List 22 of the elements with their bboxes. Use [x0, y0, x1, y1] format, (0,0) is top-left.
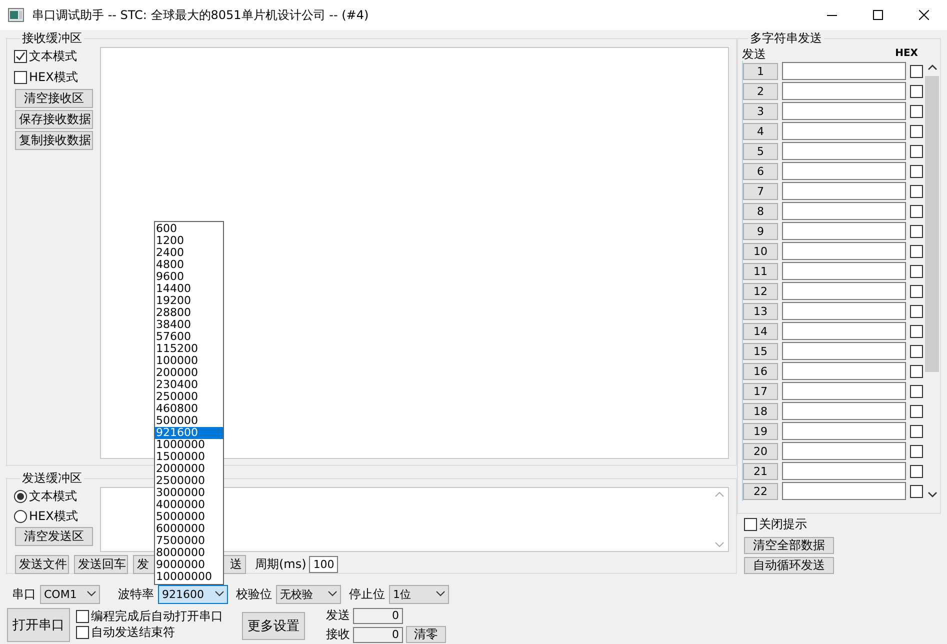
checkbox-label: 编程完成后自动打开串口	[91, 608, 223, 624]
group-title: 接收缓冲区	[21, 30, 83, 47]
checkbox-label: 文本模式	[29, 48, 77, 65]
sent-count-field: 0	[353, 608, 403, 624]
counter-label: 接收	[326, 626, 350, 643]
checkbox-label: 自动发送结束符	[91, 624, 175, 640]
field-label: 串口	[12, 586, 36, 602]
radio-label: HEX模式	[29, 508, 78, 525]
column-header: 发送	[742, 47, 766, 61]
period-label: 周期(ms)	[255, 556, 306, 573]
group-title: 发送缓冲区	[21, 470, 83, 487]
field-label: 停止位	[349, 586, 385, 602]
field-label: 波特率	[118, 586, 154, 602]
radio-label: 文本模式	[29, 488, 77, 505]
window-title: 串口调试助手 -- STC: 全球最大的8051单片机设计公司 -- (#4)	[32, 6, 369, 24]
counter-label: 发送	[326, 607, 350, 624]
column-header: HEX	[895, 47, 918, 61]
received-count-field: 0	[353, 626, 403, 642]
checkbox-label: 关闭提示	[759, 516, 807, 533]
group-title: 多字符串发送	[749, 30, 823, 47]
field-label: 校验位	[236, 586, 272, 602]
checkbox-label: HEX模式	[29, 69, 78, 86]
